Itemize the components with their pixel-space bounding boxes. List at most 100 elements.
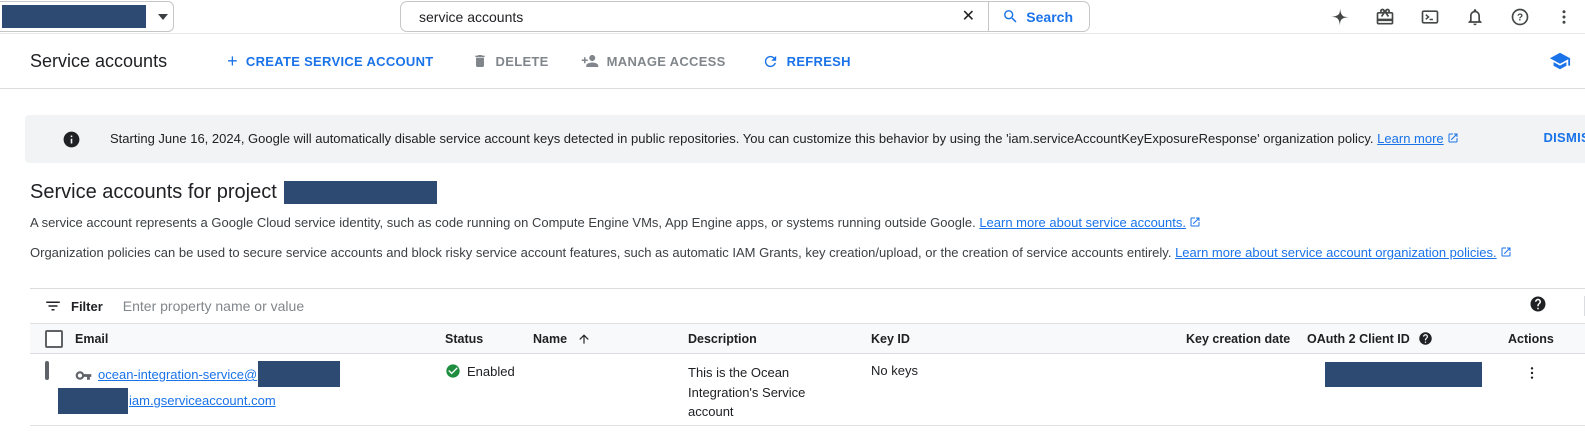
manage-access-label: MANAGE ACCESS [607,54,726,69]
external-link-icon [1189,216,1201,231]
key-icon [75,367,92,384]
refresh-label: REFRESH [787,54,851,69]
graduation-cap-icon [1549,50,1571,72]
section-heading: Service accounts for project [30,181,1585,204]
column-header-name[interactable]: Name [533,332,567,346]
oauth2-client-id-cell [1307,354,1508,387]
row-actions-button[interactable] [1518,363,1546,386]
status-cell: Enabled [445,354,533,379]
gemini-sparkle-icon [1330,7,1350,27]
filter-icon [44,297,62,315]
org-policy-paragraph: Organization policies can be used to sec… [30,245,1585,261]
filter-help-button[interactable] [1529,295,1547,318]
org-policy-text: Organization policies can be used to sec… [30,245,1171,260]
page-toolbar: Service accounts + CREATE SERVICE ACCOUN… [0,34,1585,89]
email-cell: ocean-integration-service@ iam.gservicea… [75,354,445,414]
top-app-bar: ✕ Search ? [0,0,1585,34]
service-accounts-table: Filter Email Status Name Description Key… [30,288,1585,426]
create-service-account-button[interactable]: + CREATE SERVICE ACCOUNT [227,54,433,69]
clear-search-button[interactable]: ✕ [948,2,988,31]
description-cell: This is the Ocean Integration's Service … [688,354,871,422]
section-heading-text: Service accounts for project [30,181,277,204]
banner-message: Starting June 16, 2024, Google will auto… [110,131,1459,147]
table-row: ocean-integration-service@ iam.gservicea… [30,354,1585,426]
search-button[interactable]: Search [988,2,1089,31]
external-link-icon [1447,132,1459,147]
column-header-actions: Actions [1508,332,1554,346]
gemini-button[interactable] [1330,7,1350,27]
person-add-icon [581,52,599,70]
gift-icon [1375,7,1395,27]
service-account-email-link[interactable]: iam.gserviceaccount.com [129,391,276,411]
search-box: ✕ Search [400,1,1090,32]
column-header-oauth2-client-id[interactable]: OAuth 2 Client ID [1307,332,1410,346]
column-header-description[interactable]: Description [688,332,757,346]
intro-paragraph: A service account represents a Google Cl… [30,215,1585,231]
select-all-checkbox[interactable] [45,330,63,348]
external-link-icon [1500,246,1512,261]
help-filled-icon [1418,331,1433,346]
search-icon [1002,8,1019,25]
redacted-project-name [2,5,146,28]
manage-access-button[interactable]: MANAGE ACCESS [581,52,726,70]
check-circle-icon [445,363,461,379]
dismiss-button[interactable]: DISMISS [1543,130,1585,145]
redacted-email-part [58,388,128,414]
actions-cell [1508,354,1570,386]
column-header-email[interactable]: Email [75,332,108,346]
sort-ascending-icon[interactable] [577,332,591,346]
more-vertical-icon [1555,8,1573,26]
info-icon [62,130,81,149]
key-creation-date-cell [1186,354,1307,363]
delete-label: DELETE [496,54,549,69]
filter-bar: Filter [30,289,1585,323]
delete-button[interactable]: DELETE [472,53,549,69]
redacted-project-id [284,181,437,204]
more-options-button[interactable] [1555,8,1573,26]
cloud-shell-icon [1420,7,1440,27]
refresh-icon [762,53,779,70]
search-input[interactable] [401,9,948,25]
redacted-email-part [258,361,340,387]
name-cell [533,354,688,363]
bell-icon [1465,7,1485,27]
cloud-shell-button[interactable] [1420,7,1440,27]
oauth2-help-button[interactable] [1418,331,1433,346]
key-id-text: No keys [871,363,918,378]
help-icon: ? [1510,7,1530,27]
project-selector[interactable] [0,1,174,32]
service-account-email-link[interactable]: ocean-integration-service@ [98,365,257,385]
free-trial-button[interactable] [1375,7,1395,27]
svg-text:?: ? [1517,13,1523,24]
help-button[interactable]: ? [1510,7,1530,27]
redacted-oauth2-client-id [1325,362,1482,387]
more-vertical-icon [1524,365,1540,381]
table-header-row: Email Status Name Description Key ID Key… [30,323,1585,354]
learn-more-org-policies-link[interactable]: Learn more about service account organiz… [1175,245,1497,260]
row-checkbox[interactable] [45,361,49,380]
create-service-account-label: CREATE SERVICE ACCOUNT [246,54,434,69]
info-banner: Starting June 16, 2024, Google will auto… [25,115,1585,163]
banner-message-text: Starting June 16, 2024, Google will auto… [110,131,1374,146]
column-header-key-creation-date[interactable]: Key creation date [1186,332,1290,346]
help-filled-icon [1529,295,1547,313]
banner-learn-more-link[interactable]: Learn more [1377,131,1443,146]
page-title: Service accounts [30,51,167,72]
description-text: This is the Ocean Integration's Service … [688,363,820,422]
learning-button[interactable] [1549,50,1571,72]
intro-text: A service account represents a Google Cl… [30,215,976,230]
status-badge: Enabled [467,364,515,379]
notifications-button[interactable] [1465,7,1485,27]
plus-icon: + [227,54,238,68]
search-button-label: Search [1026,9,1073,25]
chevron-down-icon [158,14,168,20]
close-icon: ✕ [962,8,975,25]
column-header-key-id[interactable]: Key ID [871,332,910,346]
key-id-cell: No keys [871,354,1186,378]
learn-more-service-accounts-link[interactable]: Learn more about service accounts. [979,215,1186,230]
column-header-status[interactable]: Status [445,332,483,346]
trash-icon [472,53,488,69]
filter-label: Filter [71,299,103,314]
refresh-button[interactable]: REFRESH [762,53,851,70]
filter-input[interactable] [123,298,1529,314]
